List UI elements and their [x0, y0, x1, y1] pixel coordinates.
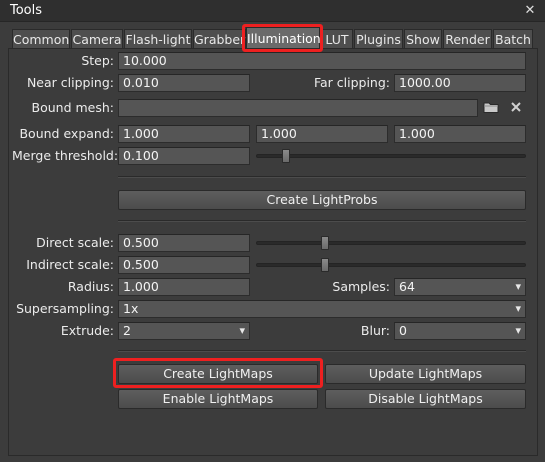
supersampling-label: Supersampling:	[16, 301, 114, 316]
merge-threshold-slider-handle[interactable]	[282, 149, 290, 163]
separator	[118, 220, 526, 222]
radius-label: Radius:	[67, 279, 114, 294]
update-lightmaps-button[interactable]: Update LightMaps	[325, 364, 526, 384]
disable-lightmaps-button[interactable]: Disable LightMaps	[325, 389, 526, 409]
near-clipping-field[interactable]: 0.010	[118, 74, 250, 92]
title-bar	[0, 0, 545, 22]
tab-render[interactable]: Render	[443, 29, 492, 49]
tab-flash-light[interactable]: Flash-light	[124, 29, 192, 49]
indirect-scale-label: Indirect scale:	[26, 257, 114, 272]
separator	[118, 176, 526, 178]
merge-threshold-field[interactable]: 0.100	[118, 147, 250, 165]
tab-camera[interactable]: Camera	[71, 29, 123, 49]
enable-lightmaps-button[interactable]: Enable LightMaps	[118, 389, 318, 409]
indirect-scale-slider[interactable]	[256, 263, 526, 267]
samples-label: Samples:	[332, 279, 390, 294]
indirect-scale-slider-handle[interactable]	[321, 258, 329, 272]
far-clipping-label: Far clipping:	[313, 75, 390, 90]
merge-threshold-slider[interactable]	[256, 154, 526, 158]
bound-mesh-label: Bound mesh:	[31, 100, 115, 115]
merge-threshold-label: Merge threshold:	[12, 148, 119, 163]
tab-grabber[interactable]: Grabber	[193, 29, 246, 49]
close-icon[interactable]: ✕	[520, 1, 540, 21]
step-field[interactable]: 10.000	[118, 52, 526, 70]
samples-select[interactable]: 64	[394, 278, 526, 296]
direct-scale-slider[interactable]	[256, 241, 526, 245]
direct-scale-slider-handle[interactable]	[321, 236, 329, 250]
bound-expand-z-field[interactable]: 1.000	[394, 125, 526, 143]
indirect-scale-field[interactable]: 0.500	[118, 256, 250, 274]
blur-select[interactable]: 0	[394, 322, 526, 340]
direct-scale-field[interactable]: 0.500	[118, 234, 250, 252]
bound-expand-x-field[interactable]: 1.000	[118, 125, 250, 143]
supersampling-select[interactable]: 1x	[118, 300, 526, 318]
step-label: Step:	[81, 53, 114, 68]
separator	[118, 350, 526, 352]
window-title: Tools	[10, 3, 43, 18]
create-lightprobs-button[interactable]: Create LightProbs	[118, 190, 526, 210]
tab-batch[interactable]: Batch	[493, 29, 533, 49]
radius-field[interactable]: 1.000	[118, 278, 250, 296]
bound-expand-y-field[interactable]: 1.000	[256, 125, 388, 143]
near-clipping-label: Near clipping:	[26, 75, 114, 90]
folder-icon[interactable]	[483, 100, 499, 116]
tab-show[interactable]: Show	[404, 29, 442, 49]
tab-plugins[interactable]: Plugins	[354, 29, 403, 49]
highlight-illumination-tab	[242, 24, 323, 52]
bound-expand-label: Bound expand:	[19, 126, 114, 141]
far-clipping-field[interactable]: 1000.00	[394, 74, 526, 92]
extrude-select[interactable]: 2	[118, 322, 250, 340]
blur-label: Blur:	[360, 323, 390, 338]
tab-common[interactable]: Common	[12, 29, 70, 49]
direct-scale-label: Direct scale:	[36, 235, 114, 250]
extrude-label: Extrude:	[60, 323, 114, 338]
clear-icon[interactable]	[508, 100, 524, 116]
bound-mesh-field[interactable]	[118, 99, 478, 117]
tab-lut[interactable]: LUT	[321, 29, 353, 49]
create-lightmaps-button[interactable]: Create LightMaps	[118, 364, 318, 384]
